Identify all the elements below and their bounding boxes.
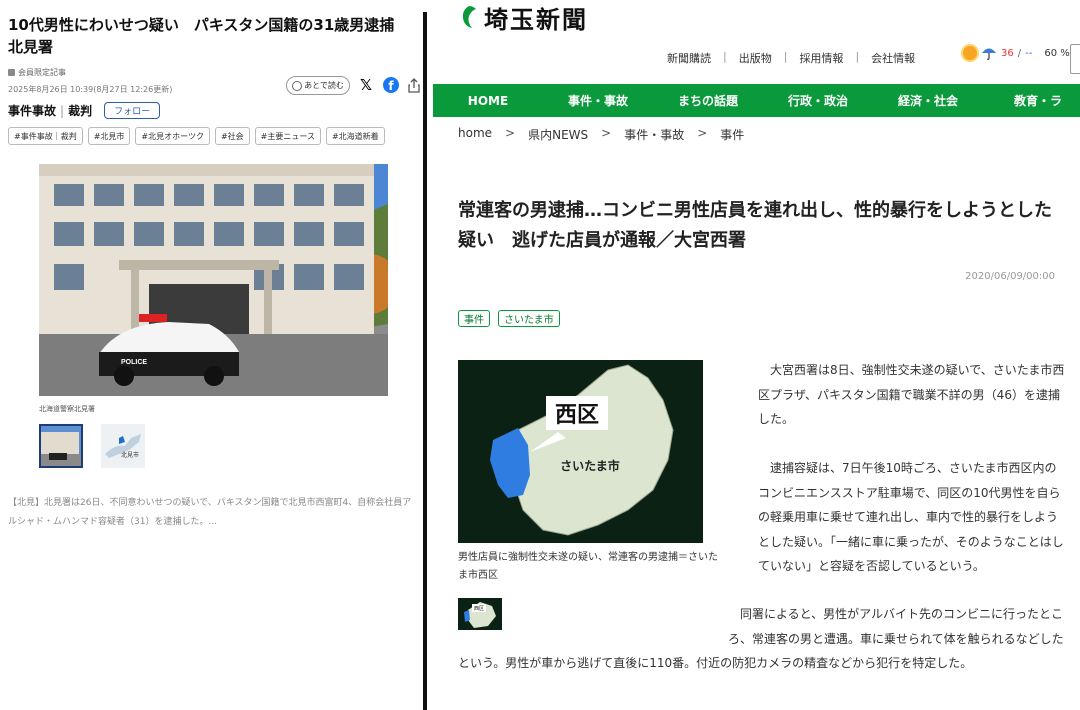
site-logo[interactable]: 埼玉新聞 <box>460 0 588 34</box>
tag[interactable]: #事件事故｜裁判 <box>8 127 83 145</box>
nav-politics[interactable]: 行政・政治 <box>763 92 873 109</box>
logo-mark-icon <box>462 6 476 28</box>
nav-home[interactable]: HOME <box>433 94 543 108</box>
lock-icon <box>8 69 15 76</box>
breadcrumb-sep: > <box>601 126 612 140</box>
article-title: 10代男性にわいせつ疑い パキスタン国籍の31歳男逮捕 北見署 <box>8 16 410 56</box>
nav-town[interactable]: まちの話題 <box>653 92 763 109</box>
tag[interactable]: 事件 <box>458 310 490 327</box>
category-row: 事件事故 | 裁判 フォロー <box>8 102 161 119</box>
thumbnail-photo[interactable] <box>39 424 83 468</box>
tag[interactable]: #北見オホーツク <box>135 127 210 145</box>
subcategory-link[interactable]: 裁判 <box>68 102 92 119</box>
thumb-map-label: 北見市 <box>121 451 139 459</box>
paragraph-3: 同署によると、男性がアルバイト先のコンビニに行ったところ、常連客の男と遭遇。車に… <box>458 602 1068 676</box>
area-map-image[interactable]: 西区 さいたま市 <box>458 360 703 543</box>
tag[interactable]: #北見市 <box>87 127 131 145</box>
breadcrumb-case[interactable]: 事件 <box>720 126 744 143</box>
tag-list: 事件 さいたま市 <box>458 310 560 327</box>
breadcrumb: home > 県内NEWS > 事件・事故 > 事件 <box>458 126 744 143</box>
sun-icon <box>963 46 977 60</box>
bookmark-icon <box>292 80 303 91</box>
tag-list: #事件事故｜裁判 #北見市 #北見オホーツク #社会 #主要ニュース #北海道新… <box>8 127 385 145</box>
logo-text: 埼玉新聞 <box>484 4 588 34</box>
read-later-label: あとで読む <box>304 81 344 90</box>
car-text: POLICE <box>121 359 147 366</box>
tag[interactable]: #北海道新着 <box>325 127 385 145</box>
map-city-label: さいたま市 <box>560 458 620 473</box>
category-link[interactable]: 事件事故 <box>8 102 56 119</box>
util-link-recruit[interactable]: 採用情報 <box>799 50 843 66</box>
nav-economy[interactable]: 経済・社会 <box>873 92 983 109</box>
tag[interactable]: #社会 <box>214 127 250 145</box>
x-share-icon[interactable]: 𝕏 <box>357 76 375 94</box>
members-only-label: 会員限定記事 <box>8 67 66 78</box>
temp-sep: / <box>1017 47 1022 59</box>
nav-incidents[interactable]: 事件・事故 <box>543 92 653 109</box>
article-lead: 【北見】北見署は26日、不同意わいせつの疑いで、パキスタン国籍で北見市西富町4、… <box>8 498 412 527</box>
left-article-pane: 10代男性にわいせつ疑い パキスタン国籍の31歳男逮捕 北見署 会員限定記事 2… <box>0 0 423 710</box>
members-only-text: 会員限定記事 <box>18 68 66 77</box>
facebook-share-icon[interactable]: f <box>382 76 400 94</box>
map-ward-label: 西区 <box>555 403 599 428</box>
read-later-button[interactable]: あとで読む <box>286 76 350 95</box>
breadcrumb-incidents[interactable]: 事件・事故 <box>624 126 684 143</box>
breadcrumb-news[interactable]: 県内NEWS <box>528 126 588 143</box>
right-article-pane: 埼玉新聞 新聞購読 | 出版物 | 採用情報 | 会社情報 36/-- 60 % HO… <box>427 0 1080 710</box>
temp-high: 36 <box>1001 47 1014 59</box>
share-icon[interactable] <box>405 76 423 94</box>
util-link-company[interactable]: 会社情報 <box>871 50 915 66</box>
breadcrumb-sep: > <box>505 126 516 140</box>
map-caption: 男性店員に強制性交未遂の疑い、常連客の男逮捕＝さいたま市西区 <box>458 552 718 581</box>
utility-links: 新聞購読 | 出版物 | 採用情報 | 会社情報 <box>667 50 916 66</box>
weather-widget[interactable]: 36/-- 60 % <box>963 46 1070 60</box>
main-nav: HOME 事件・事故 まちの話題 行政・政治 経済・社会 教育・ラ <box>433 84 1080 117</box>
photo-caption: 北海道警察北見署 <box>39 405 95 413</box>
nav-education[interactable]: 教育・ラ <box>983 92 1080 109</box>
tag[interactable]: #主要ニュース <box>254 127 321 145</box>
util-link-subscribe[interactable]: 新聞購読 <box>667 50 711 66</box>
article-title: 常連客の男逮捕…コンビニ男性店員を連れ出し、性的暴行をしようとした疑い 逃げた店… <box>458 200 1052 251</box>
paragraph-2: 逮捕容疑は、7日午後10時ごろ、さいたま市西区内のコンビニエンスストア駐車場で、… <box>758 461 1064 573</box>
tag[interactable]: さいたま市 <box>498 310 560 327</box>
paragraph-1: 大宮西署は8日、強制性交未遂の疑いで、さいたま市西区プラザ、パキスタン国籍で職業… <box>758 363 1065 426</box>
follow-button[interactable]: フォロー <box>104 102 161 119</box>
rain-chance: 60 % <box>1044 47 1070 59</box>
breadcrumb-home[interactable]: home <box>458 126 492 143</box>
police-station-photo[interactable]: POLICE <box>39 164 388 396</box>
search-button[interactable] <box>1070 44 1080 74</box>
umbrella-icon <box>982 48 996 60</box>
thumbnail-map[interactable]: 北見市 <box>101 424 145 468</box>
article-date: 2025年8月26日 10:39(8月27日 12:26更新) <box>8 85 173 94</box>
wrap-spacer <box>458 602 728 651</box>
breadcrumb-sep: > <box>697 126 708 140</box>
util-link-publications[interactable]: 出版物 <box>739 50 772 66</box>
temp-low: -- <box>1025 47 1033 59</box>
article-date: 2020/06/09/00:00 <box>965 271 1055 282</box>
